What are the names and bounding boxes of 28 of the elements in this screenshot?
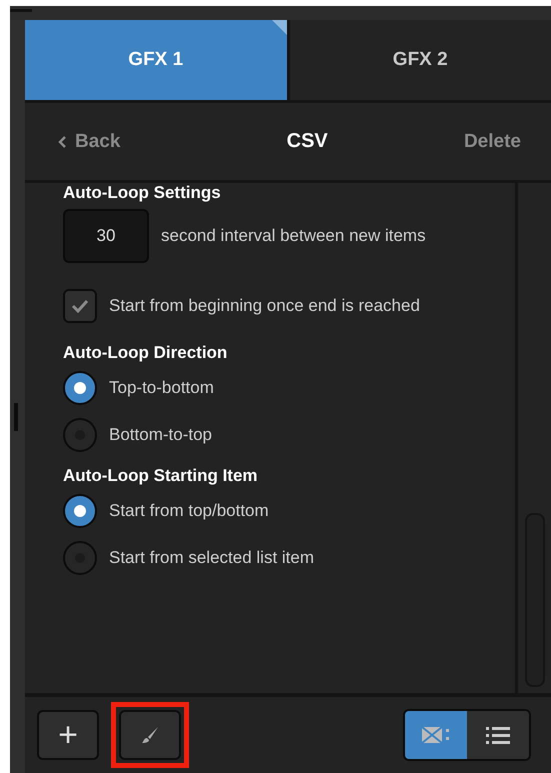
list-icon xyxy=(485,725,511,745)
back-button[interactable]: Back xyxy=(57,130,120,152)
interval-input[interactable]: 30 xyxy=(63,209,149,263)
section-heading: Auto-Loop Starting Item xyxy=(63,466,259,486)
radio-label: Start from selected list item xyxy=(109,548,314,568)
radio-label: Bottom-to-top xyxy=(109,425,212,445)
delete-button[interactable]: Delete xyxy=(464,130,521,152)
radio-button[interactable] xyxy=(63,494,97,528)
checkbox-label: Start from beginning once end is reached xyxy=(109,296,420,316)
radio-label: Start from top/bottom xyxy=(109,501,269,521)
list-view-button[interactable] xyxy=(467,711,529,759)
checkmark-icon xyxy=(71,299,89,313)
radio-label: Top-to-bottom xyxy=(109,378,214,398)
tab[interactable]: GFX 2 xyxy=(290,20,551,100)
section-heading: Auto-Loop Direction xyxy=(63,343,228,363)
radio-button[interactable] xyxy=(63,418,97,452)
section-heading: Auto-Loop Settings xyxy=(63,183,222,203)
add-button[interactable]: + xyxy=(37,710,99,760)
chevron-left-icon xyxy=(57,134,67,148)
panel-title: CSV xyxy=(286,130,328,153)
interval-label: second interval between new items xyxy=(161,226,426,246)
resize-handle[interactable] xyxy=(14,402,18,430)
thumbnail-view-button[interactable] xyxy=(405,711,467,759)
tab[interactable]: GFX 1 xyxy=(25,20,286,100)
thumbnails-icon xyxy=(421,725,451,745)
radio-button[interactable] xyxy=(63,541,97,575)
radio-button[interactable] xyxy=(63,371,97,405)
brush-button[interactable] xyxy=(119,710,181,760)
